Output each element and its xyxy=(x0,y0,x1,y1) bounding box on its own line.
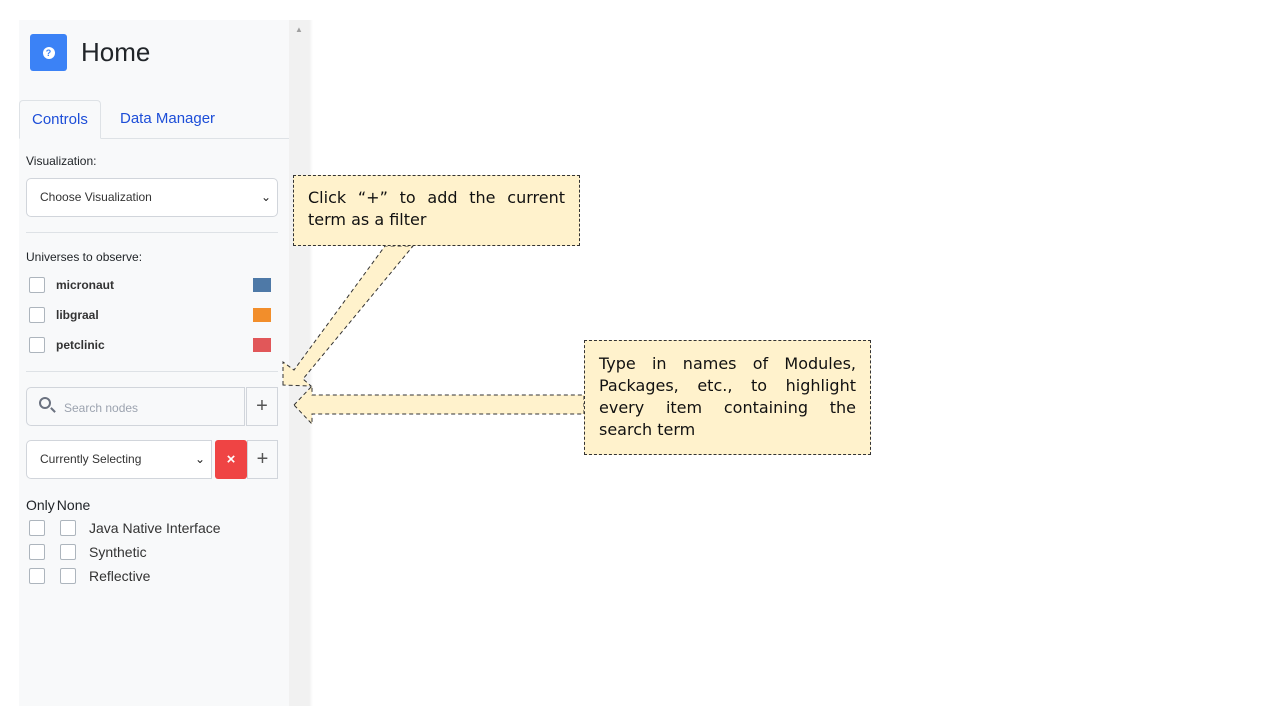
universe-color-swatch xyxy=(253,338,271,352)
filter-header: Only None xyxy=(26,497,92,513)
divider xyxy=(26,232,278,233)
universes-label: Universes to observe: xyxy=(26,250,143,264)
add-selection-button[interactable]: + xyxy=(247,440,278,479)
sidebar: ? Home Controls Data Manager Visualizati… xyxy=(19,20,289,706)
universe-name: libgraal xyxy=(56,308,99,322)
scroll-up-arrow-icon[interactable]: ▲ xyxy=(289,24,309,36)
visualization-select[interactable]: Choose Visualization ⌄ xyxy=(26,178,278,217)
plus-hint-tooltip: Click “+” to add the current term as a f… xyxy=(293,175,580,246)
visualization-select-value: Choose Visualization xyxy=(40,190,152,204)
chevron-down-icon: ⌄ xyxy=(260,190,271,204)
filter-none-checkbox[interactable] xyxy=(60,544,76,560)
sidebar-scrollbar[interactable]: ▲ xyxy=(289,20,309,706)
filter-none-checkbox[interactable] xyxy=(60,520,76,536)
universe-color-swatch xyxy=(253,278,271,292)
sidebar-shadow xyxy=(309,20,313,706)
chevron-down-icon: ⌄ xyxy=(194,452,205,466)
add-search-filter-button[interactable]: + xyxy=(246,387,278,426)
divider xyxy=(26,371,278,372)
universe-checkbox-micronaut[interactable] xyxy=(29,277,45,293)
selection-mode-value: Currently Selecting xyxy=(40,452,142,466)
visualization-label: Visualization: xyxy=(26,154,97,168)
selection-mode-select[interactable]: Currently Selecting ⌄ xyxy=(26,440,212,479)
filter-name: Synthetic xyxy=(89,544,147,560)
universe-row-libgraal: libgraal xyxy=(29,306,274,326)
filter-header-only: Only xyxy=(26,497,55,513)
clear-selection-button[interactable]: × xyxy=(215,440,247,479)
help-button[interactable]: ? xyxy=(30,34,67,71)
filter-only-checkbox[interactable] xyxy=(29,520,45,536)
universe-name: petclinic xyxy=(56,338,105,352)
filter-name: Reflective xyxy=(89,568,151,584)
universe-checkbox-petclinic[interactable] xyxy=(29,337,45,353)
universe-row-petclinic: petclinic xyxy=(29,336,274,356)
tab-bar: Controls Data Manager xyxy=(19,100,289,139)
filter-only-checkbox[interactable] xyxy=(29,568,45,584)
search-hint-tooltip: Type in names of Modules, Packages, etc.… xyxy=(584,340,871,455)
page-title: Home xyxy=(81,37,151,67)
filter-only-checkbox[interactable] xyxy=(29,544,45,560)
search-box xyxy=(26,387,245,427)
search-input[interactable] xyxy=(62,388,236,427)
universe-checkbox-libgraal[interactable] xyxy=(29,307,45,323)
question-circle-icon: ? xyxy=(42,46,55,59)
search-hint-arrow xyxy=(293,384,585,426)
tab-controls[interactable]: Controls xyxy=(19,100,101,139)
filter-none-checkbox[interactable] xyxy=(60,568,76,584)
tab-data-manager[interactable]: Data Manager xyxy=(108,100,227,138)
universe-color-swatch xyxy=(253,308,271,322)
universe-name: micronaut xyxy=(56,278,115,292)
universe-row-micronaut: micronaut xyxy=(29,276,274,296)
filter-name: Java Native Interface xyxy=(89,520,221,536)
search-icon xyxy=(39,397,51,409)
filter-header-none: None xyxy=(56,497,91,513)
